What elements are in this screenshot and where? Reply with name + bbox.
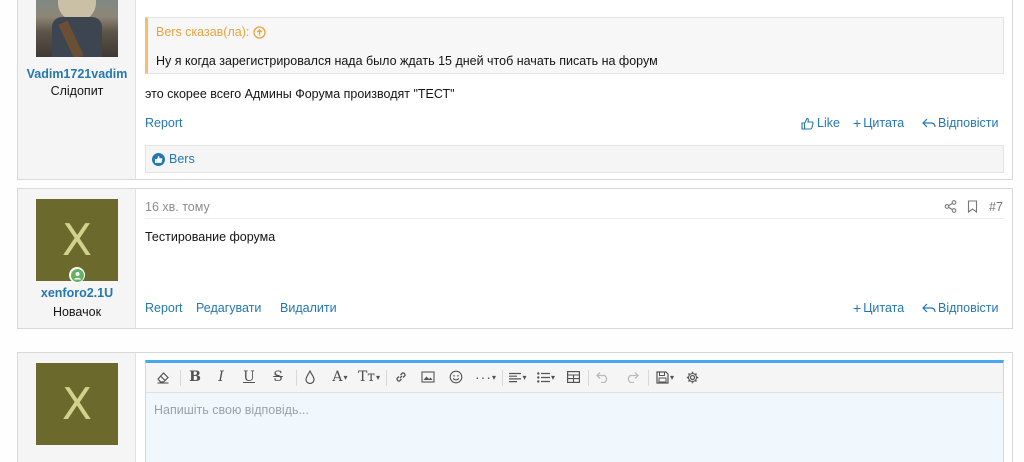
list-icon[interactable]: ▾ (532, 363, 560, 391)
quote-author[interactable]: Bers сказав(ла): (156, 25, 267, 39)
like-label: Like (817, 116, 840, 130)
reply-button[interactable]: Відповісти (922, 116, 999, 130)
quick-reply: X B I U S A ▾ Tт ▾ ··· ▾ ▾ ▾ ▾ Напишіть … (17, 352, 1013, 462)
reply-label: Відповісти (938, 116, 999, 130)
post-actions: Report Like + Цитата Відповісти (145, 116, 1004, 132)
bookmark-icon[interactable] (967, 200, 978, 213)
reactions-bar: Bers (145, 145, 1004, 173)
quote-button[interactable]: + Цитата (853, 299, 905, 316)
quote-block: Bers сказав(ла): Ну я когда зарегистриро… (145, 17, 1004, 74)
quote-button[interactable]: + Цитата (853, 114, 905, 131)
share-icon[interactable] (944, 200, 957, 213)
bold-icon[interactable]: B (182, 363, 208, 391)
plus-icon: + (853, 114, 862, 131)
quote-author-label: Bers сказав(ла): (156, 25, 250, 39)
post-message: это скорее всего Админы Форума производя… (145, 87, 455, 101)
reply-arrow-icon (922, 302, 936, 314)
link-icon[interactable] (388, 363, 414, 391)
like-button[interactable]: Like (801, 116, 840, 130)
plus-icon: + (853, 299, 862, 316)
quote-text: Ну я когда зарегистрировался нада было ж… (156, 54, 658, 68)
image-icon[interactable] (415, 363, 441, 391)
font-size-icon[interactable]: Tт ▾ (354, 363, 384, 391)
arrow-up-circle-icon[interactable] (253, 25, 267, 39)
reply-user-column: X (18, 353, 136, 462)
quote-label: Цитата (863, 301, 905, 315)
editor-toolbar: B I U S A ▾ Tт ▾ ··· ▾ ▾ ▾ ▾ (146, 363, 1003, 393)
editor: B I U S A ▾ Tт ▾ ··· ▾ ▾ ▾ ▾ Напишіть свою (145, 360, 1004, 462)
reply-placeholder: Напишіть свою відповідь... (154, 403, 309, 417)
toolbar-separator (180, 370, 181, 386)
toolbar-separator (588, 370, 589, 386)
toolbar-separator (648, 370, 649, 386)
report-link[interactable]: Report (145, 116, 183, 130)
user-title: Новачок (52, 305, 102, 319)
avatar: X (36, 363, 118, 445)
post-number[interactable]: #7 (989, 200, 1003, 214)
post-actions: Report Редагувати Видалити + Цитата Відп… (145, 301, 1004, 317)
thumbs-up-icon (801, 117, 814, 130)
user-title: Слідопит (50, 84, 104, 98)
settings-gear-icon[interactable] (680, 363, 704, 391)
quote-label: Цитата (863, 116, 905, 130)
delete-link[interactable]: Видалити (280, 301, 337, 315)
username[interactable]: xenforo2.1U (18, 286, 136, 300)
reaction-user-link[interactable]: Bers (169, 152, 195, 166)
post-vadim: Vadim1721vadim Слідопит Bers сказав(ла):… (17, 0, 1013, 180)
more-insert-icon[interactable]: ··· ▾ (471, 363, 501, 391)
align-icon[interactable]: ▾ (504, 363, 532, 391)
draft-save-icon[interactable]: ▾ (650, 363, 680, 391)
table-icon[interactable] (561, 363, 585, 391)
avatar[interactable] (36, 0, 118, 57)
like-reaction-icon (152, 153, 165, 166)
smiley-icon[interactable] (443, 363, 469, 391)
post-message: Тестирование форума (145, 230, 276, 244)
toolbar-separator (386, 370, 387, 386)
edit-link[interactable]: Редагувати (196, 301, 261, 315)
clear-formatting-icon[interactable] (150, 363, 176, 391)
online-status-icon (69, 267, 85, 283)
reply-arrow-icon (922, 117, 936, 129)
reply-textarea[interactable]: Напишіть свою відповідь... (146, 393, 1003, 462)
post-user-column: X xenforo2.1U Новачок (18, 189, 136, 328)
toolbar-separator (502, 370, 503, 386)
strikethrough-icon[interactable]: S (265, 363, 291, 391)
italic-icon[interactable]: I (208, 363, 234, 391)
username[interactable]: Vadim1721vadim (18, 67, 136, 81)
redo-icon[interactable] (619, 363, 645, 391)
post-time[interactable]: 16 хв. тому (145, 200, 210, 214)
post-user-column: Vadim1721vadim Слідопит (18, 0, 136, 179)
toolbar-separator (296, 370, 297, 386)
reply-label: Відповісти (938, 301, 999, 315)
font-family-icon[interactable]: A ▾ (326, 363, 354, 391)
reply-button[interactable]: Відповісти (922, 301, 999, 315)
post-7: X xenforo2.1U Новачок 16 хв. тому #7 Тес… (17, 188, 1013, 329)
post-header: 16 хв. тому #7 (145, 199, 1004, 219)
undo-icon[interactable] (590, 363, 616, 391)
underline-icon[interactable]: U (236, 363, 262, 391)
report-link[interactable]: Report (145, 301, 183, 315)
text-color-icon[interactable] (298, 363, 322, 391)
